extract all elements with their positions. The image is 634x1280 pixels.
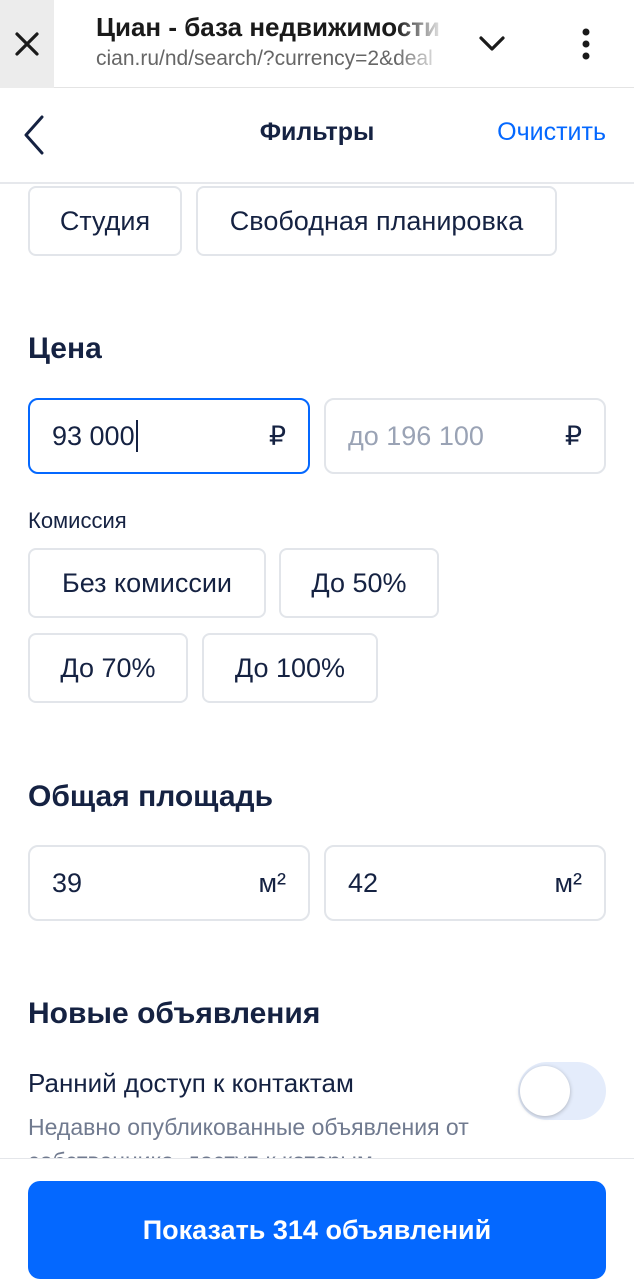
area-section-title: Общая площадь (28, 780, 274, 813)
layout-option-free-plan[interactable]: Свободная планировка (196, 186, 557, 256)
area-unit: м² (258, 868, 286, 898)
price-from-value: 93 000 (52, 421, 135, 451)
browser-title-area: Циан - база недвижимости cian.ru/nd/sear… (96, 10, 446, 80)
area-to-value[interactable]: 42 (348, 847, 378, 919)
chevron-down-icon (479, 36, 505, 51)
area-to-field[interactable]: 42 м² (324, 845, 606, 921)
early-access-label: Ранний доступ к контактам (28, 1068, 354, 1098)
area-unit: м² (554, 868, 582, 898)
browser-url: cian.ru/nd/search/?currency=2&deal (96, 47, 433, 70)
currency-unit: ₽ (268, 421, 286, 451)
price-section-title: Цена (28, 332, 102, 365)
browser-top-bar: Циан - база недвижимости cian.ru/nd/sear… (0, 0, 634, 88)
toggle-knob (520, 1066, 570, 1116)
area-from-value[interactable]: 39 (52, 847, 82, 919)
price-from-field[interactable]: 93 000 ₽ (28, 398, 310, 474)
commission-option-50[interactable]: До 50% (279, 548, 439, 618)
new-listings-title: Новые объявления (28, 997, 321, 1030)
close-icon (15, 32, 39, 56)
browser-menu-button[interactable] (566, 22, 606, 66)
clear-filters-button[interactable]: Очистить (497, 118, 606, 147)
early-access-toggle[interactable] (518, 1062, 606, 1120)
commission-label: Комиссия (28, 508, 127, 533)
price-from-input[interactable]: 93 000 (52, 400, 138, 472)
show-results-button[interactable]: Показать 314 объявлений (28, 1181, 606, 1279)
commission-option-100[interactable]: До 100% (202, 633, 378, 703)
commission-option-70[interactable]: До 70% (28, 633, 188, 703)
commission-option-none[interactable]: Без комиссии (28, 548, 266, 618)
price-to-placeholder[interactable]: до 196 100 (348, 400, 484, 472)
text-cursor (135, 419, 138, 452)
layout-option-studio[interactable]: Студия (28, 186, 182, 256)
more-vertical-icon (582, 28, 590, 60)
early-access-description: Недавно опубликованные объявления от соб… (28, 1114, 469, 1160)
close-tab-button[interactable] (0, 0, 54, 88)
browser-expand-button[interactable] (470, 22, 514, 66)
bottom-action-bar: Показать 314 объявлений (0, 1158, 634, 1280)
filters-header: Фильтры Очистить (0, 88, 634, 184)
price-to-field[interactable]: до 196 100 ₽ (324, 398, 606, 474)
area-from-field[interactable]: 39 м² (28, 845, 310, 921)
browser-page-title: Циан - база недвижимости (96, 12, 441, 42)
currency-unit: ₽ (564, 421, 582, 451)
